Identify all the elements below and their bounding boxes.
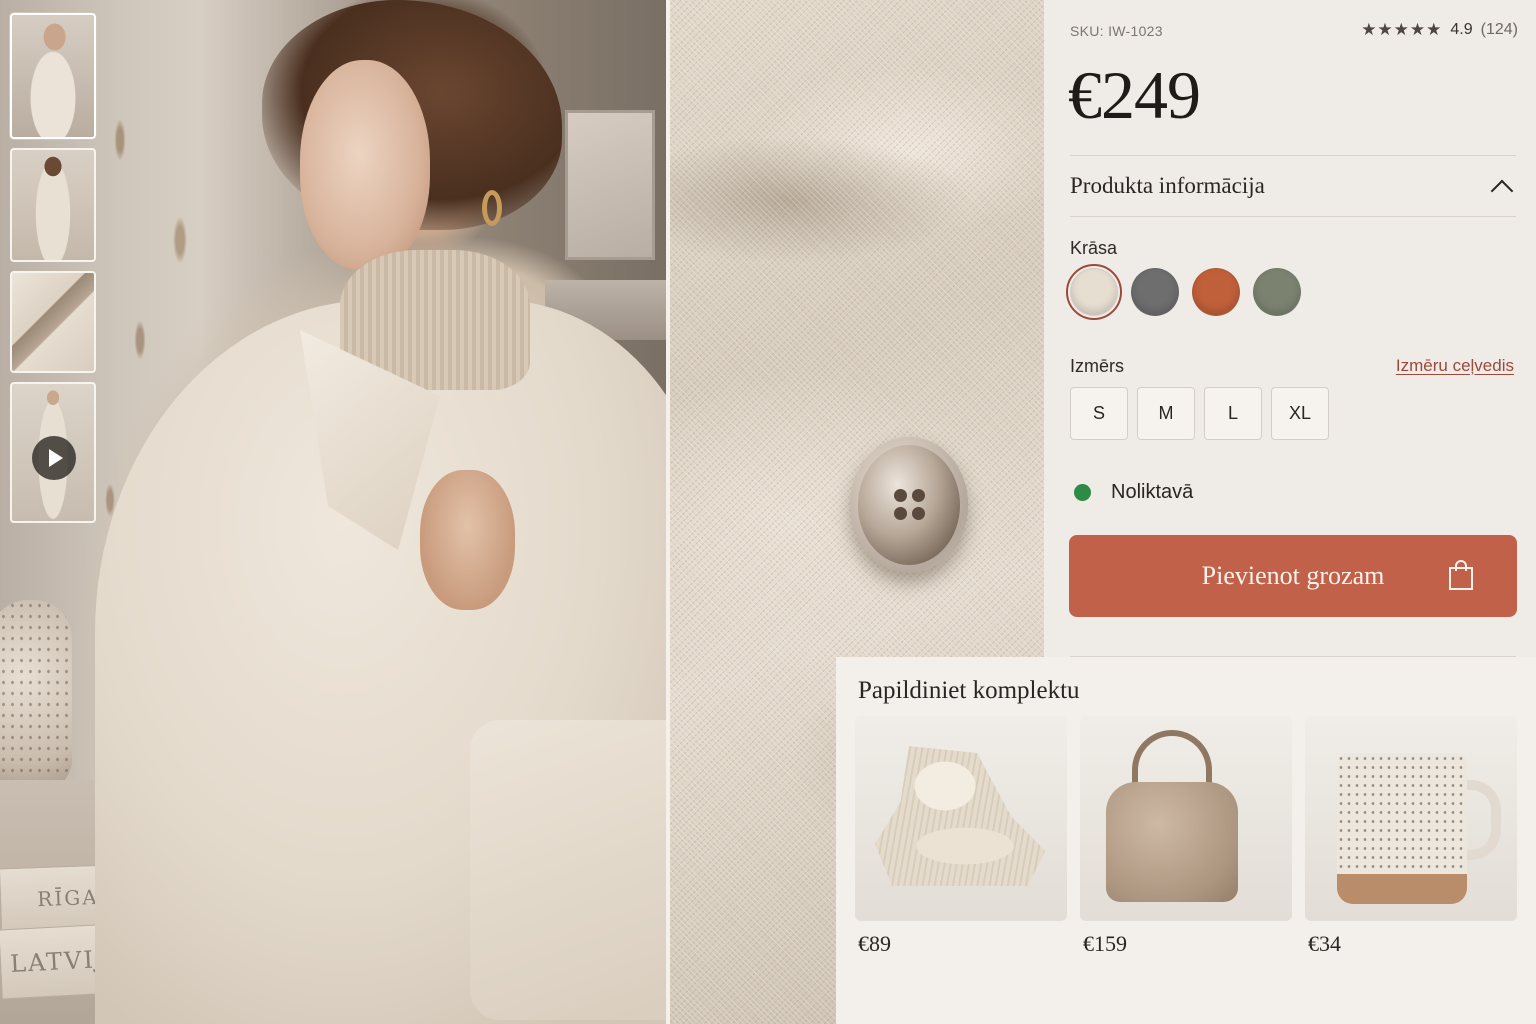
product-info-label: Produkta informācija xyxy=(1070,173,1265,198)
thumbnail-strip xyxy=(10,13,98,532)
hero-product-photo: RĪGA LATVIJA xyxy=(0,0,666,1024)
product-price: €249 xyxy=(1068,57,1201,133)
shopping-bag-icon xyxy=(1449,560,1473,590)
product-info-accordion[interactable]: Produkta informācija xyxy=(1070,156,1516,216)
in-stock-dot-icon xyxy=(1074,484,1091,501)
vase xyxy=(0,600,72,790)
thumbnail-collar-detail[interactable] xyxy=(10,271,96,373)
star-rating-icon: ★★★★★ xyxy=(1361,20,1443,39)
upsell-item-handbag[interactable]: €159 xyxy=(1080,716,1292,957)
earring xyxy=(482,190,502,226)
thumbnail-coat-back[interactable] xyxy=(10,148,96,262)
upsell-price: €159 xyxy=(1083,931,1127,956)
divider-line xyxy=(1070,216,1516,217)
rating-value: 4.9 xyxy=(1450,21,1473,38)
upsell-item-scarf[interactable]: €89 xyxy=(855,716,1067,957)
sku-label: SKU: IW-1023 xyxy=(1070,23,1163,39)
upsell-price: €89 xyxy=(858,931,891,956)
swatch-grey[interactable] xyxy=(1131,268,1179,316)
size-label: Izmērs xyxy=(1070,356,1124,376)
add-to-cart-label: Pievienot grozam xyxy=(1201,561,1385,590)
color-label: Krāsa xyxy=(1070,238,1118,258)
color-swatches xyxy=(1066,264,1301,320)
stock-text: Noliktavā xyxy=(1111,481,1194,503)
upsell-price: €34 xyxy=(1308,931,1341,956)
size-m-button[interactable]: M xyxy=(1137,387,1195,440)
mug-image[interactable] xyxy=(1305,716,1517,921)
size-xl-button[interactable]: XL xyxy=(1271,387,1329,440)
coat-button xyxy=(850,437,968,573)
stock-status: Noliktavā xyxy=(1074,481,1193,504)
size-options: S M L XL xyxy=(1070,387,1329,440)
add-to-cart-button[interactable]: Pievienot grozam xyxy=(1069,535,1517,617)
product-panel: SKU: IW-1023 ★★★★★ 4.9 (124) €249 Produk… xyxy=(1044,0,1536,660)
model-hand xyxy=(420,470,515,610)
size-s-button[interactable]: S xyxy=(1070,387,1128,440)
play-icon[interactable] xyxy=(32,436,76,480)
size-l-button[interactable]: L xyxy=(1204,387,1262,440)
upsell-items: €89 €159 €34 xyxy=(855,716,1517,957)
scarf-image[interactable] xyxy=(855,716,1067,921)
swatch-cream[interactable] xyxy=(1066,264,1122,320)
thumbnail-coat-front[interactable] xyxy=(10,13,96,139)
model-face xyxy=(300,60,430,270)
handbag-image[interactable] xyxy=(1080,716,1292,921)
chevron-up-icon xyxy=(1490,179,1514,203)
rating[interactable]: ★★★★★ 4.9 (124) xyxy=(1361,20,1518,40)
thumbnail-video[interactable] xyxy=(10,382,96,523)
swatch-rust[interactable] xyxy=(1192,268,1240,316)
wall-frame xyxy=(565,110,655,260)
review-count[interactable]: (124) xyxy=(1481,21,1518,39)
swatch-olive[interactable] xyxy=(1253,268,1301,316)
coat-sleeve xyxy=(470,720,666,1020)
size-guide-link[interactable]: Izmēru ceļvedis xyxy=(1396,356,1514,376)
complete-the-look-section: Papildiniet komplektu €89 €159 €34 xyxy=(836,657,1536,1024)
upsell-item-mug[interactable]: €34 xyxy=(1305,716,1517,957)
upsell-title: Papildiniet komplektu xyxy=(858,677,1080,704)
